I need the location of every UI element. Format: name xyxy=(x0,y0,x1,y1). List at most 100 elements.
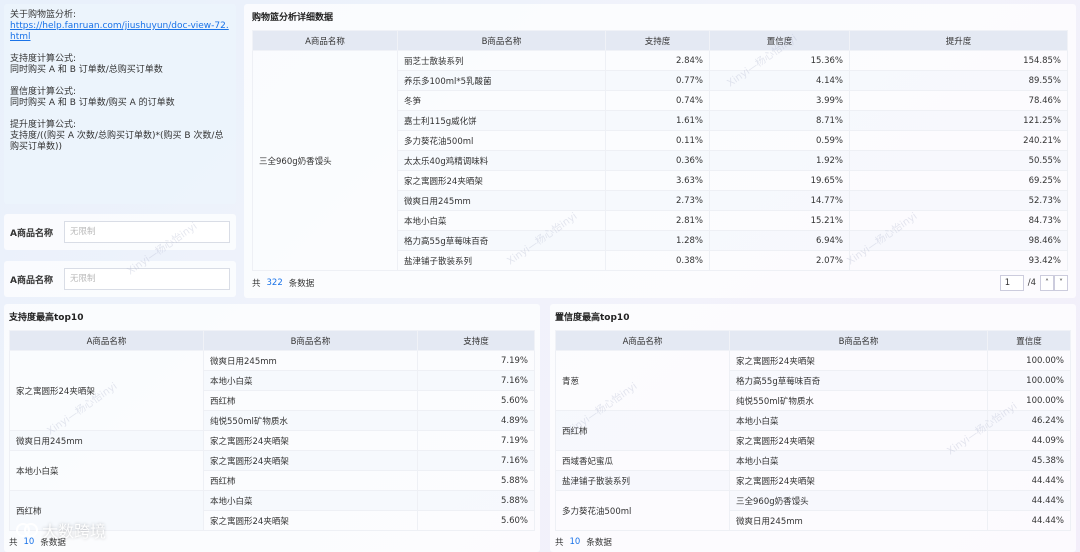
b-item-cell: 养乐多100ml*5乳酸菌 xyxy=(397,70,606,91)
total-pages: /4 xyxy=(1027,278,1036,288)
confidence-footer: 共 10 条数据 xyxy=(555,537,612,548)
column-header: A商品名称 xyxy=(252,30,398,51)
help-link[interactable]: https://help.fanruan.com/jiushuyun/doc-v… xyxy=(10,21,229,42)
table-row: 微爽日用245mm 家之寓圆形24夹晒架 7.19% xyxy=(9,430,535,451)
lift-cell: 78.46% xyxy=(849,90,1068,111)
lift-formula: 支持度/((购买 A 次数/总购买订单数)*(购买 B 次数/总购买订单数)) xyxy=(10,131,224,152)
lift-cell: 93.42% xyxy=(849,250,1068,271)
table-row: 家之寓圆形24夹晒架 微爽日用245mm 7.19% xyxy=(9,350,535,431)
metric-cell: 100.00% xyxy=(987,390,1071,411)
detail-footer: 共 322 条数据 1 /4 ˄ ˅ xyxy=(252,273,1068,293)
chevron-down-icon[interactable]: ˅ xyxy=(1054,275,1068,291)
b-item-cell: 本地小白菜 xyxy=(397,210,606,231)
confidence-cell: 2.07% xyxy=(709,250,850,271)
metric-cell: 4.89% xyxy=(417,410,535,431)
confidence-cell: 15.21% xyxy=(709,210,850,231)
metric-cell: 44.44% xyxy=(987,490,1071,511)
column-header: B商品名称 xyxy=(397,30,606,51)
b-item-cell: 微爽日用245mm xyxy=(729,510,988,531)
column-header: A商品名称 xyxy=(555,330,730,351)
b-item-cell: 纯悦550ml矿物质水 xyxy=(203,410,418,431)
a-item-cell: 多力葵花油500ml xyxy=(555,490,730,531)
chevron-up-icon[interactable]: ˄ xyxy=(1040,275,1054,291)
confidence-cell: 1.92% xyxy=(709,150,850,171)
pager: 1 /4 ˄ ˅ xyxy=(999,275,1068,291)
confidence-cell: 4.14% xyxy=(709,70,850,91)
a-item-cell: 三全960g奶香馒头 xyxy=(252,50,398,271)
info-panel: 关于购物篮分析: https://help.fanruan.com/jiushu… xyxy=(4,4,236,204)
metric-cell: 46.24% xyxy=(987,410,1071,431)
logo-text: 大数跨境 xyxy=(42,522,107,541)
a-item-select[interactable]: 无限制 xyxy=(64,268,230,290)
support-cell: 0.38% xyxy=(605,250,710,271)
support-cell: 0.36% xyxy=(605,150,710,171)
confidence-cell: 15.36% xyxy=(709,50,850,71)
confidence-cell: 6.94% xyxy=(709,230,850,251)
lift-cell: 89.55% xyxy=(849,70,1068,91)
metric-cell: 5.60% xyxy=(417,510,535,531)
b-item-cell: 西红柿 xyxy=(203,390,418,411)
support-top10-table: A商品名称 B商品名称 支持度 家之寓圆形24夹晒架 微爽日用245mm 7.19% 本地… xyxy=(9,330,535,531)
b-item-cell: 家之寓圆形24夹晒架 xyxy=(397,170,606,191)
metric-cell: 5.88% xyxy=(417,490,535,511)
support-top10-title: 支持度最高top10 xyxy=(9,313,84,323)
filter-label: A商品名称 xyxy=(10,228,53,239)
confidence-formula: 同时购买 A 和 B 订单数/购买 A 的订单数 xyxy=(10,98,175,108)
confidence-cell: 0.59% xyxy=(709,130,850,151)
metric-cell: 44.44% xyxy=(987,470,1071,491)
confidence-top10-title: 置信度最高top10 xyxy=(555,313,630,323)
logo-icon xyxy=(16,523,38,537)
b-item-cell: 本地小白菜 xyxy=(203,370,418,391)
support-formula: 同时购买 A 和 B 订单数/总购买订单数 xyxy=(10,65,163,75)
support-cell: 0.74% xyxy=(605,90,710,111)
b-item-cell: 丽芝士散装系列 xyxy=(397,50,606,71)
metric-cell: 44.44% xyxy=(987,510,1071,531)
b-item-cell: 本地小白菜 xyxy=(729,450,988,471)
b-item-cell: 家之寓圆形24夹晒架 xyxy=(203,430,418,451)
b-item-cell: 三全960g奶香馒头 xyxy=(729,490,988,511)
filter-label: A商品名称 xyxy=(10,275,53,286)
metric-cell: 100.00% xyxy=(987,370,1071,391)
confidence-record-count: 10 xyxy=(569,537,581,547)
b-item-cell: 家之寓圆形24夹晒架 xyxy=(729,350,988,371)
b-item-cell: 微爽日用245mm xyxy=(203,350,418,371)
b-item-cell: 本地小白菜 xyxy=(729,410,988,431)
page-input[interactable]: 1 xyxy=(999,275,1024,291)
a-item-cell: 盐津铺子散装系列 xyxy=(555,470,730,491)
about-label: 关于购物篮分析: xyxy=(10,10,77,20)
column-header: 置信度 xyxy=(709,30,850,51)
b-item-cell: 家之寓圆形24夹晒架 xyxy=(203,450,418,471)
a-item-select[interactable]: 无限制 xyxy=(64,221,230,243)
confidence-cell: 8.71% xyxy=(709,110,850,131)
table-row: 盐津铺子散装系列 家之寓圆形24夹晒架 44.44% xyxy=(555,470,1071,491)
metric-cell: 44.09% xyxy=(987,430,1071,451)
metric-cell: 7.19% xyxy=(417,350,535,371)
a-item-cell: 微爽日用245mm xyxy=(9,430,204,451)
b-item-cell: 格力高55g草莓味百奇 xyxy=(729,370,988,391)
column-header: 支持度 xyxy=(417,330,535,351)
table-row: 西红柿 本地小白菜 5.88% xyxy=(9,490,535,531)
table-row: 三全960g奶香馒头 丽芝士散装系列 2.84% 15.36% 154.85% xyxy=(252,50,1068,271)
b-item-cell: 纯悦550ml矿物质水 xyxy=(729,390,988,411)
lift-cell: 84.73% xyxy=(849,210,1068,231)
a-item-cell: 青葱 xyxy=(555,350,730,411)
support-top10-panel: 支持度最高top10 A商品名称 B商品名称 支持度 家之寓圆形24夹晒架 微爽日用2… xyxy=(4,304,540,552)
lift-cell: 69.25% xyxy=(849,170,1068,191)
confidence-top10-table: A商品名称 B商品名称 置信度 青葱 家之寓圆形24夹晒架 100.00% 格力高55g草… xyxy=(555,330,1071,531)
a-item-cell: 本地小白菜 xyxy=(9,450,204,491)
column-header: B商品名称 xyxy=(203,330,418,351)
record-count: 322 xyxy=(266,278,283,288)
b-item-cell: 嘉士利115g威化饼 xyxy=(397,110,606,131)
filter-a-item-1: A商品名称 无限制 xyxy=(4,214,236,250)
confidence-formula-title: 置信度计算公式: xyxy=(10,87,77,97)
column-header: 置信度 xyxy=(987,330,1071,351)
lift-cell: 240.21% xyxy=(849,130,1068,151)
detail-title: 购物篮分析详细数据 xyxy=(252,13,334,23)
lift-formula-title: 提升度计算公式: xyxy=(10,120,77,130)
table-row: 西红柿 本地小白菜 46.24% xyxy=(555,410,1071,451)
metric-cell: 7.19% xyxy=(417,430,535,451)
b-item-cell: 冬笋 xyxy=(397,90,606,111)
lift-cell: 154.85% xyxy=(849,50,1068,71)
support-formula-title: 支持度计算公式: xyxy=(10,54,77,64)
column-header: 支持度 xyxy=(605,30,710,51)
